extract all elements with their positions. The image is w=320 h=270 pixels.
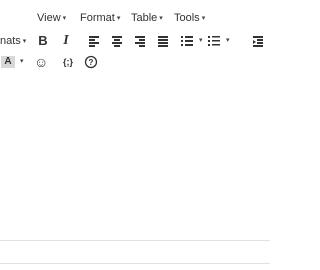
menu-view-label: View — [37, 12, 61, 24]
editor-content-area[interactable] — [0, 88, 270, 240]
align-left-button[interactable] — [87, 33, 101, 49]
numbered-list-button[interactable] — [207, 33, 221, 49]
menu-format[interactable]: Format ▾ — [80, 11, 120, 25]
menu-table-label: Table — [131, 12, 158, 24]
bullet-list-button[interactable] — [180, 33, 194, 49]
menu-format-label: Format — [80, 12, 115, 24]
numbered-list-icon — [208, 36, 220, 46]
outdent-icon — [253, 36, 263, 47]
rich-text-editor: View ▾ Format ▾ Table ▾ Tools ▾ nats ▾ B I — [0, 0, 270, 270]
align-right-button[interactable] — [133, 33, 147, 49]
menu-tools[interactable]: Tools ▾ — [174, 11, 205, 25]
help-glyph: ? — [89, 58, 94, 67]
italic-button[interactable]: I — [59, 33, 73, 49]
chevron-down-icon: ▾ — [201, 15, 206, 22]
chevron-down-icon: ▾ — [116, 15, 121, 22]
italic-icon: I — [63, 33, 69, 48]
align-center-icon — [112, 36, 122, 47]
outdent-button[interactable] — [251, 33, 265, 49]
numbered-list-chevron-icon[interactable]: ▾ — [226, 33, 230, 49]
emoticons-button[interactable]: ☺ — [34, 54, 48, 70]
chevron-down-icon: ▾ — [159, 15, 163, 22]
background-color-icon: A — [1, 55, 15, 68]
chevron-down-icon: ▾ — [62, 15, 67, 22]
menu-tools-label: Tools — [174, 12, 200, 24]
help-button[interactable]: ? — [84, 54, 98, 70]
background-color-chevron-icon[interactable]: ▾ — [20, 54, 24, 70]
align-left-icon — [89, 36, 99, 47]
status-bar — [0, 240, 270, 264]
help-icon: ? — [84, 55, 98, 69]
bullet-list-chevron-icon[interactable]: ▾ — [199, 33, 203, 49]
align-center-button[interactable] — [110, 33, 124, 49]
align-justify-button[interactable] — [156, 33, 170, 49]
toolbar-row-2: A ▾ ☺ {;} ? — [0, 52, 270, 72]
code-sample-icon: {;} — [62, 57, 73, 67]
menu-view[interactable]: View ▾ — [37, 11, 66, 25]
bold-icon: B — [38, 33, 48, 48]
emoticons-icon: ☺ — [34, 54, 49, 70]
code-sample-button[interactable]: {;} — [58, 54, 78, 70]
align-right-icon — [135, 36, 145, 47]
menu-table[interactable]: Table ▾ — [131, 11, 163, 25]
formats-label: nats — [0, 35, 21, 47]
bold-button[interactable]: B — [36, 33, 50, 49]
menubar: View ▾ Format ▾ Table ▾ Tools ▾ — [0, 0, 270, 29]
background-color-button[interactable]: A — [0, 54, 16, 70]
bullet-list-icon — [181, 36, 193, 46]
align-justify-icon — [158, 36, 168, 47]
toolbar-row-1: nats ▾ B I ▾ ▾ — [0, 31, 270, 51]
formats-dropdown[interactable]: nats ▾ — [0, 33, 26, 49]
chevron-down-icon: ▾ — [22, 38, 27, 45]
